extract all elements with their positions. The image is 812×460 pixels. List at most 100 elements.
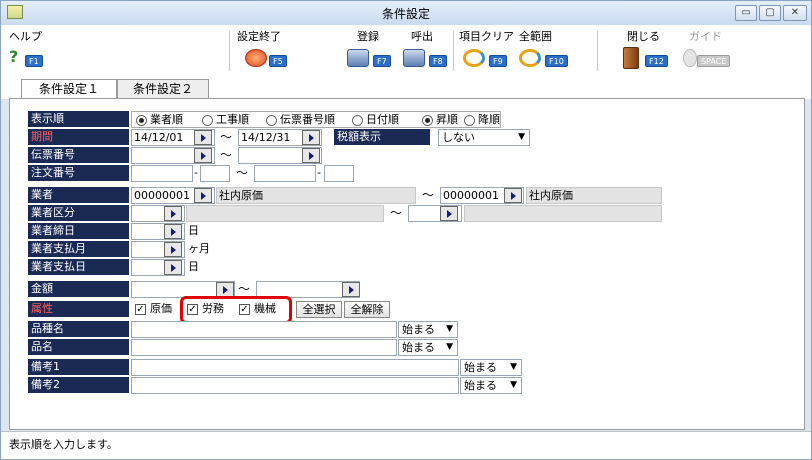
order-no-row: 注文番号 - ～ - (28, 165, 368, 182)
descending-label: 降順 (478, 113, 500, 126)
refresh-icon (463, 49, 485, 67)
sort-project-label: 工事順 (216, 113, 249, 126)
chevron-down-icon: ▼ (518, 132, 525, 142)
attribute-label: 属性 (28, 301, 129, 318)
guide-button[interactable]: ガイド SPACE (681, 29, 731, 73)
maximize-button[interactable]: ▢ (759, 5, 781, 21)
refresh-icon (519, 49, 541, 67)
sort-vendor-radio[interactable] (136, 115, 147, 126)
tilde: ～ (238, 282, 251, 296)
vendor-to-picker[interactable] (504, 188, 522, 203)
clear-item-fkey: F9 (489, 55, 507, 67)
order-no-label: 注文番号 (28, 165, 129, 182)
category-name-input[interactable] (131, 321, 397, 338)
tab-conditions-2[interactable]: 条件設定２ (117, 79, 209, 98)
close-window-button[interactable]: ✕ (783, 5, 807, 21)
all-range-button[interactable]: 全範囲 F10 (519, 29, 573, 73)
order-no-from-sub-input[interactable] (200, 165, 230, 182)
note2-row: 備考2 始まる ▼ (28, 377, 548, 394)
tax-display-select[interactable]: しない ▼ (438, 129, 530, 146)
sort-order-row: 表示順 業者順 工事順 伝票番号順 日付順 昇順 降順 (28, 111, 548, 128)
sort-date-radio[interactable] (352, 115, 363, 126)
category-name-label: 品種名 (28, 321, 129, 338)
tab-conditions-1[interactable]: 条件設定１ (21, 79, 117, 99)
sort-date-label: 日付順 (366, 113, 399, 126)
recall-button[interactable]: 呼出 F8 (403, 29, 453, 73)
recall-icon (403, 49, 425, 67)
minimize-button[interactable]: ▭ (735, 5, 757, 21)
vendor-class-to-picker[interactable] (440, 206, 458, 221)
category-name-row: 品種名 始まる ▼ (28, 321, 508, 338)
guide-label: ガイド (689, 30, 722, 43)
vendor-pay-day-label: 業者支払日 (28, 259, 129, 276)
cost-checkbox[interactable]: ✓ (135, 304, 146, 315)
status-bar: 表示順を入力します。 (1, 431, 811, 459)
tilde: ～ (236, 166, 249, 180)
close-fkey: F12 (645, 55, 668, 67)
item-name-input[interactable] (131, 339, 397, 356)
help-button[interactable]: ヘルプ ? F1 (9, 29, 59, 73)
tilde: ～ (390, 206, 403, 220)
vendor-pay-month-label: 業者支払月 (28, 241, 129, 258)
chevron-down-icon: ▼ (446, 324, 453, 334)
close-button[interactable]: 閉じる F12 (623, 29, 673, 73)
vendor-label: 業者 (28, 187, 129, 204)
item-name-match-value: 始まる (402, 341, 435, 354)
conditions-window: 条件設定 ▭ ▢ ✕ ヘルプ ? F1 設定終了 F5 登録 F7 呼出 F8 … (0, 0, 812, 460)
note1-label: 備考1 (28, 359, 129, 376)
amount-from-picker[interactable] (216, 282, 234, 297)
order-no-from-input[interactable] (131, 165, 193, 182)
chevron-down-icon: ▼ (446, 342, 453, 352)
settings-done-label: 設定終了 (237, 30, 281, 43)
tax-display-value: しない (442, 131, 475, 144)
conditions-panel: 表示順 業者順 工事順 伝票番号順 日付順 昇順 降順 期間 14/12/01 … (9, 98, 805, 430)
vendor-class-from-picker[interactable] (164, 206, 182, 221)
amount-to-picker[interactable] (342, 282, 360, 297)
vendor-close-day-unit: 日 (188, 224, 199, 237)
register-button[interactable]: 登録 F7 (347, 29, 397, 73)
slip-no-from-picker[interactable] (194, 148, 212, 163)
toolbar-divider (229, 31, 230, 71)
settings-done-button[interactable]: 設定終了 F5 (237, 29, 297, 73)
vendor-row: 業者 00000001 社内原価 ～ 00000001 社内原価 (28, 187, 788, 204)
item-name-match-select[interactable]: 始まる ▼ (398, 339, 458, 356)
cost-check-label: 原価 (150, 302, 172, 315)
category-name-match-value: 始まる (402, 323, 435, 336)
period-from-picker[interactable] (194, 130, 212, 145)
sort-project-radio[interactable] (202, 115, 213, 126)
item-name-label: 品名 (28, 339, 129, 356)
vendor-pay-month-row: 業者支払月 ヶ月 (28, 241, 228, 258)
highlight-annotation (180, 296, 292, 324)
period-row: 期間 14/12/01 ～ 14/12/31 税額表示 しない ▼ (28, 129, 588, 146)
clear-all-button[interactable]: 全解除 (344, 301, 390, 318)
slip-no-to-picker[interactable] (302, 148, 320, 163)
descending-radio[interactable] (464, 115, 475, 126)
chevron-down-icon: ▼ (510, 362, 517, 372)
order-no-to-input[interactable] (254, 165, 316, 182)
slip-no-row: 伝票番号 ～ (28, 147, 348, 164)
vendor-pay-month-picker[interactable] (164, 242, 182, 257)
period-label: 期間 (28, 129, 129, 146)
note1-input[interactable] (131, 359, 459, 376)
all-range-fkey: F10 (545, 55, 568, 67)
note2-input[interactable] (131, 377, 459, 394)
vendor-to-name: 社内原価 (526, 187, 662, 204)
category-name-match-select[interactable]: 始まる ▼ (398, 321, 458, 338)
clear-item-button[interactable]: 項目クリア F9 (459, 29, 517, 73)
note1-match-select[interactable]: 始まる ▼ (460, 359, 522, 376)
ascending-radio[interactable] (422, 115, 433, 126)
help-icon: ? (9, 47, 19, 66)
note2-match-select[interactable]: 始まる ▼ (460, 377, 522, 394)
period-to-picker[interactable] (302, 130, 320, 145)
title-bar: 条件設定 ▭ ▢ ✕ (1, 1, 811, 25)
sort-slip-radio[interactable] (266, 115, 277, 126)
vendor-close-day-picker[interactable] (164, 224, 182, 239)
bulb-icon (683, 49, 697, 67)
select-all-button[interactable]: 全選択 (296, 301, 342, 318)
tilde: ～ (422, 188, 435, 202)
clear-item-label: 項目クリア (459, 30, 514, 43)
order-no-to-sub-input[interactable] (324, 165, 354, 182)
recall-label: 呼出 (411, 30, 433, 43)
vendor-pay-day-picker[interactable] (164, 260, 182, 275)
vendor-from-picker[interactable] (194, 188, 212, 203)
